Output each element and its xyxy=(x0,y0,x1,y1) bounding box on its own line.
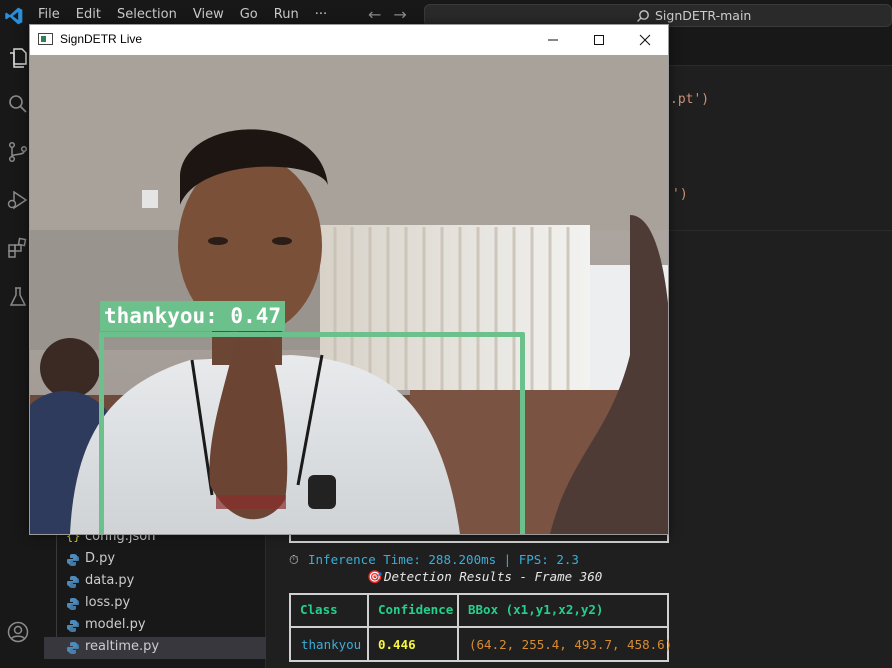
nav-arrows: ← → xyxy=(368,5,419,24)
file-name: loss.py xyxy=(85,595,131,610)
search-icon[interactable] xyxy=(6,92,30,116)
menu-bar: File Edit Selection View Go Run ··· xyxy=(38,7,343,22)
search-icon xyxy=(637,10,649,22)
source-control-icon[interactable] xyxy=(6,140,30,164)
close-icon xyxy=(639,34,651,46)
menu-run[interactable]: Run xyxy=(274,7,299,22)
file-name: D.py xyxy=(85,551,116,566)
table-cell-class: thankyou xyxy=(301,637,362,652)
detection-label: thankyou: 0.47 xyxy=(100,301,286,331)
file-d-py[interactable]: D.py xyxy=(44,549,266,571)
run-debug-icon[interactable] xyxy=(6,188,30,212)
results-title: Detection Results - Frame 360 xyxy=(384,569,603,584)
python-icon xyxy=(67,642,79,654)
file-data-py[interactable]: data.py xyxy=(44,571,266,593)
code-fragment-2: ') xyxy=(672,187,688,202)
app-icon xyxy=(38,33,53,45)
account-icon[interactable] xyxy=(6,620,30,644)
detection-bounding-box xyxy=(99,332,525,534)
command-center-label: SignDETR-main xyxy=(655,8,752,23)
camera-frame: thankyou: 0.47 xyxy=(30,55,668,534)
maximize-icon xyxy=(594,35,604,45)
vscode-logo-icon xyxy=(5,7,23,25)
table-header-bbox: BBox (x1,y1,x2,y2) xyxy=(468,602,604,617)
file-realtime-py[interactable]: realtime.py xyxy=(44,637,266,659)
minimize-button[interactable] xyxy=(530,25,576,55)
table-cell-bbox: (64.2, 255.4, 493.7, 458.6) xyxy=(469,637,673,652)
table-header-class: Class xyxy=(300,602,338,617)
python-icon xyxy=(67,576,79,588)
file-name: realtime.py xyxy=(85,639,160,654)
menu-go[interactable]: Go xyxy=(240,7,258,22)
python-icon xyxy=(67,554,79,566)
minimize-icon xyxy=(548,39,558,41)
file-model-py[interactable]: model.py xyxy=(44,615,266,637)
file-name: model.py xyxy=(85,617,146,632)
testing-icon[interactable] xyxy=(6,285,30,309)
signdetr-live-window[interactable]: SignDETR Live thankyou: 0.47 xyxy=(29,24,669,535)
back-arrow-icon[interactable]: ← xyxy=(368,5,381,24)
close-button[interactable] xyxy=(622,25,668,55)
window-title: SignDETR Live xyxy=(60,32,143,46)
code-fragment-1: .pt') xyxy=(670,92,710,107)
python-icon xyxy=(67,598,79,610)
file-loss-py[interactable]: loss.py xyxy=(44,593,266,615)
explorer-icon[interactable] xyxy=(6,46,30,70)
menu-edit[interactable]: Edit xyxy=(76,7,101,22)
table-divider xyxy=(291,626,667,628)
menu-file[interactable]: File xyxy=(38,7,60,22)
window-titlebar[interactable]: SignDETR Live xyxy=(30,25,668,55)
menu-view[interactable]: View xyxy=(193,7,224,22)
menu-selection[interactable]: Selection xyxy=(117,7,177,22)
inference-line: Inference Time: 288.200ms | FPS: 2.3 xyxy=(308,552,579,567)
table-header-confidence: Confidence xyxy=(378,602,454,617)
forward-arrow-icon[interactable]: → xyxy=(393,5,406,24)
menu-more[interactable]: ··· xyxy=(315,7,327,22)
timer-emoji: ⏱ xyxy=(289,552,299,567)
extensions-icon[interactable] xyxy=(6,236,30,260)
maximize-button[interactable] xyxy=(576,25,622,55)
file-name: data.py xyxy=(85,573,135,588)
target-emoji: 🎯 xyxy=(367,569,383,584)
table-cell-confidence: 0.446 xyxy=(378,637,416,652)
python-icon xyxy=(67,620,79,632)
